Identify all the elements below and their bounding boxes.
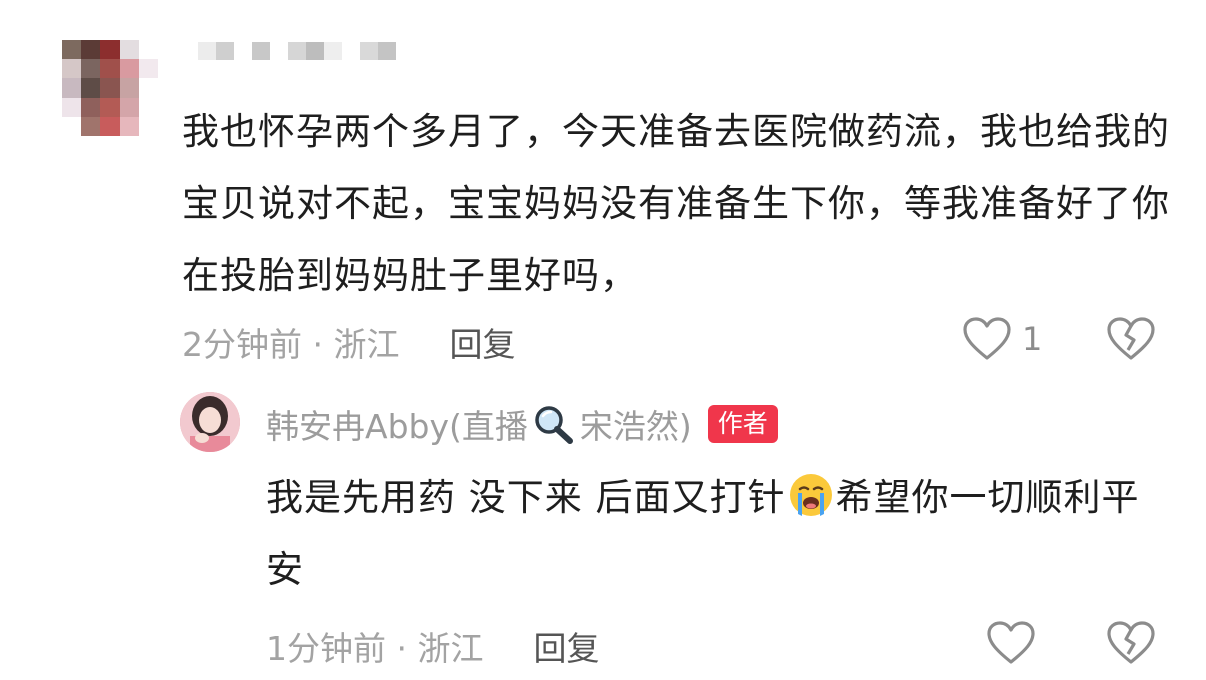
author-avatar-image (180, 392, 240, 452)
commenter-avatar-pixelated[interactable] (62, 40, 158, 136)
reply-like-icon[interactable] (986, 620, 1036, 666)
reply-body: 我是先用药 没下来 后面又打针 希望你一切顺利平安 (266, 462, 1166, 606)
magnifier-icon (535, 406, 573, 444)
author-name-prefix[interactable]: 韩安冉Abby(直播 (266, 400, 528, 448)
author-name-suffix[interactable]: 宋浩然) (580, 400, 692, 448)
comment-like-button[interactable]: 1 (962, 316, 1042, 362)
author-avatar[interactable] (180, 392, 240, 452)
comment-time-location: 2分钟前 · 浙江 (182, 325, 400, 364)
author-badge: 作者 (707, 405, 778, 443)
commenter-name-blurred[interactable] (198, 42, 396, 60)
comment-meta: 2分钟前 · 浙江 回复 (182, 318, 515, 366)
reply-dislike-icon[interactable] (1106, 620, 1156, 666)
author-line: 韩安冉Abby(直播 宋浩然) 作者 (266, 400, 778, 448)
reply-reply-button[interactable]: 回复 (533, 622, 599, 670)
broken-heart-icon[interactable] (1106, 316, 1156, 362)
reply-text-part1: 我是先用药 没下来 后面又打针 (266, 476, 786, 519)
reply-time-location: 1分钟前 · 浙江 (266, 629, 484, 668)
comment-reply-button[interactable]: 回复 (449, 318, 515, 366)
comment-like-count: 1 (1022, 320, 1043, 358)
comment-body: 我也怀孕两个多月了，今天准备去医院做药流，我也给我的宝贝说对不起，宝宝妈妈没有准… (182, 110, 1170, 297)
heart-outline-icon (963, 317, 1011, 360)
reply-meta: 1分钟前 · 浙江 回复 (266, 622, 599, 670)
crying-face-emoji (789, 474, 832, 516)
